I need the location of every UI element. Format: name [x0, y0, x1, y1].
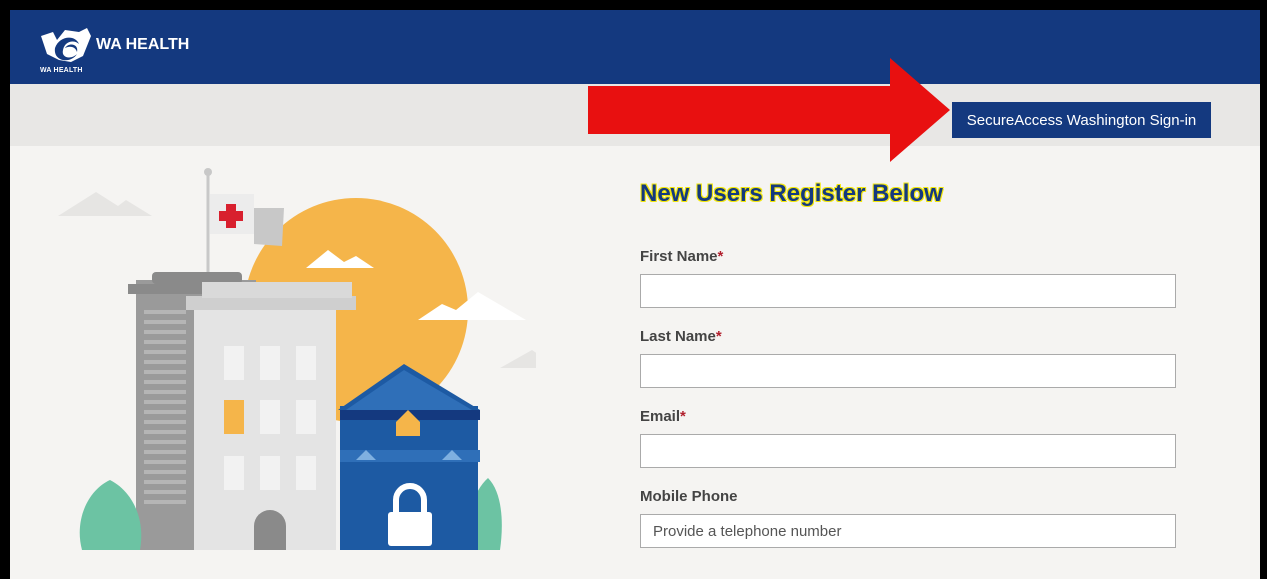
cloud-right	[500, 350, 536, 368]
form-heading: New Users Register Below	[640, 180, 943, 207]
first-name-label-text: First Name	[640, 248, 718, 265]
mobile-phone-label: Mobile Phone	[640, 488, 738, 505]
first-name-label: First Name*	[640, 248, 723, 265]
logo-caption: WA HEALTH	[40, 67, 83, 74]
red-cross-flag-icon	[210, 194, 284, 246]
required-marker: *	[680, 408, 686, 425]
site-title[interactable]: WA HEALTH	[96, 36, 189, 54]
registration-form: New Users Register Below First Name* Las…	[640, 180, 1180, 548]
last-name-label-text: Last Name	[640, 328, 716, 345]
last-name-input[interactable]	[640, 354, 1176, 388]
last-name-label: Last Name*	[640, 328, 722, 345]
email-label: Email*	[640, 408, 686, 425]
secureaccess-signin-button[interactable]: SecureAccess Washington Sign-in	[952, 102, 1211, 138]
email-label-text: Email	[640, 408, 681, 425]
page-frame: WA HEALTH WA HEALTH SecureAccess Washing…	[10, 10, 1260, 579]
cloud-left	[58, 192, 152, 216]
required-marker: *	[715, 328, 722, 345]
first-name-input[interactable]	[640, 274, 1176, 308]
required-marker: *	[717, 248, 724, 265]
hospital-illustration	[58, 168, 536, 550]
red-arrow-annotation	[588, 58, 950, 162]
mobile-phone-input[interactable]	[640, 514, 1176, 548]
mobile-phone-label-text: Mobile Phone	[640, 488, 738, 505]
email-input[interactable]	[640, 434, 1176, 468]
